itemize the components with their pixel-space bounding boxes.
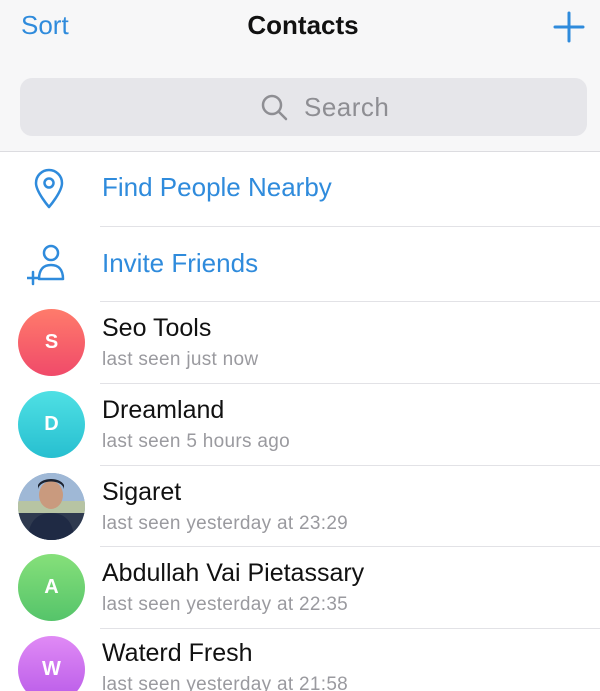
- invite-friends-row[interactable]: Invite Friends: [0, 227, 600, 302]
- avatar: W: [18, 636, 85, 691]
- contact-row-sigaret[interactable]: Sigaret last seen yesterday at 23:29: [0, 466, 600, 547]
- search-input[interactable]: Search: [20, 78, 587, 136]
- avatar: A: [18, 554, 85, 621]
- add-person-icon: [27, 244, 65, 286]
- contacts-screen: Sort Contacts Search Find People Nearby: [0, 0, 600, 691]
- contact-status: last seen just now: [102, 349, 259, 370]
- contact-status: last seen yesterday at 23:29: [102, 513, 349, 534]
- avatar: [18, 473, 85, 540]
- contact-name: Abdullah Vai Pietassary: [102, 559, 365, 587]
- contact-status: last seen yesterday at 22:35: [102, 594, 349, 615]
- profile-photo-icon: [18, 473, 85, 540]
- location-pin-icon: [34, 168, 64, 209]
- plus-icon: [553, 11, 585, 43]
- add-contact-button[interactable]: [553, 11, 585, 43]
- find-people-nearby-label: Find People Nearby: [102, 172, 332, 202]
- contact-row-seo-tools[interactable]: S Seo Tools last seen just now: [0, 302, 600, 383]
- contact-name: Dreamland: [102, 396, 225, 424]
- find-people-nearby-row[interactable]: Find People Nearby: [0, 151, 600, 226]
- contact-name: Waterd Fresh: [102, 639, 253, 667]
- search-icon: [261, 94, 288, 121]
- contact-name: Sigaret: [102, 478, 182, 506]
- contact-status: last seen yesterday at 21:58: [102, 674, 349, 691]
- contact-row-dreamland[interactable]: D Dreamland last seen 5 hours ago: [0, 384, 600, 465]
- search-placeholder: Search: [304, 91, 390, 122]
- contact-status: last seen 5 hours ago: [102, 431, 290, 452]
- top-bar: Sort Contacts Search: [0, 0, 600, 152]
- page-title: Contacts: [247, 10, 359, 40]
- avatar: S: [18, 309, 85, 376]
- contact-row-waterd-fresh[interactable]: W Waterd Fresh last seen yesterday at 21…: [0, 629, 600, 691]
- contact-name: Seo Tools: [102, 314, 212, 342]
- contact-row-abdullah[interactable]: A Abdullah Vai Pietassary last seen yest…: [0, 547, 600, 628]
- search-content: Search: [260, 92, 389, 122]
- avatar: D: [18, 391, 85, 458]
- invite-friends-label: Invite Friends: [102, 248, 259, 278]
